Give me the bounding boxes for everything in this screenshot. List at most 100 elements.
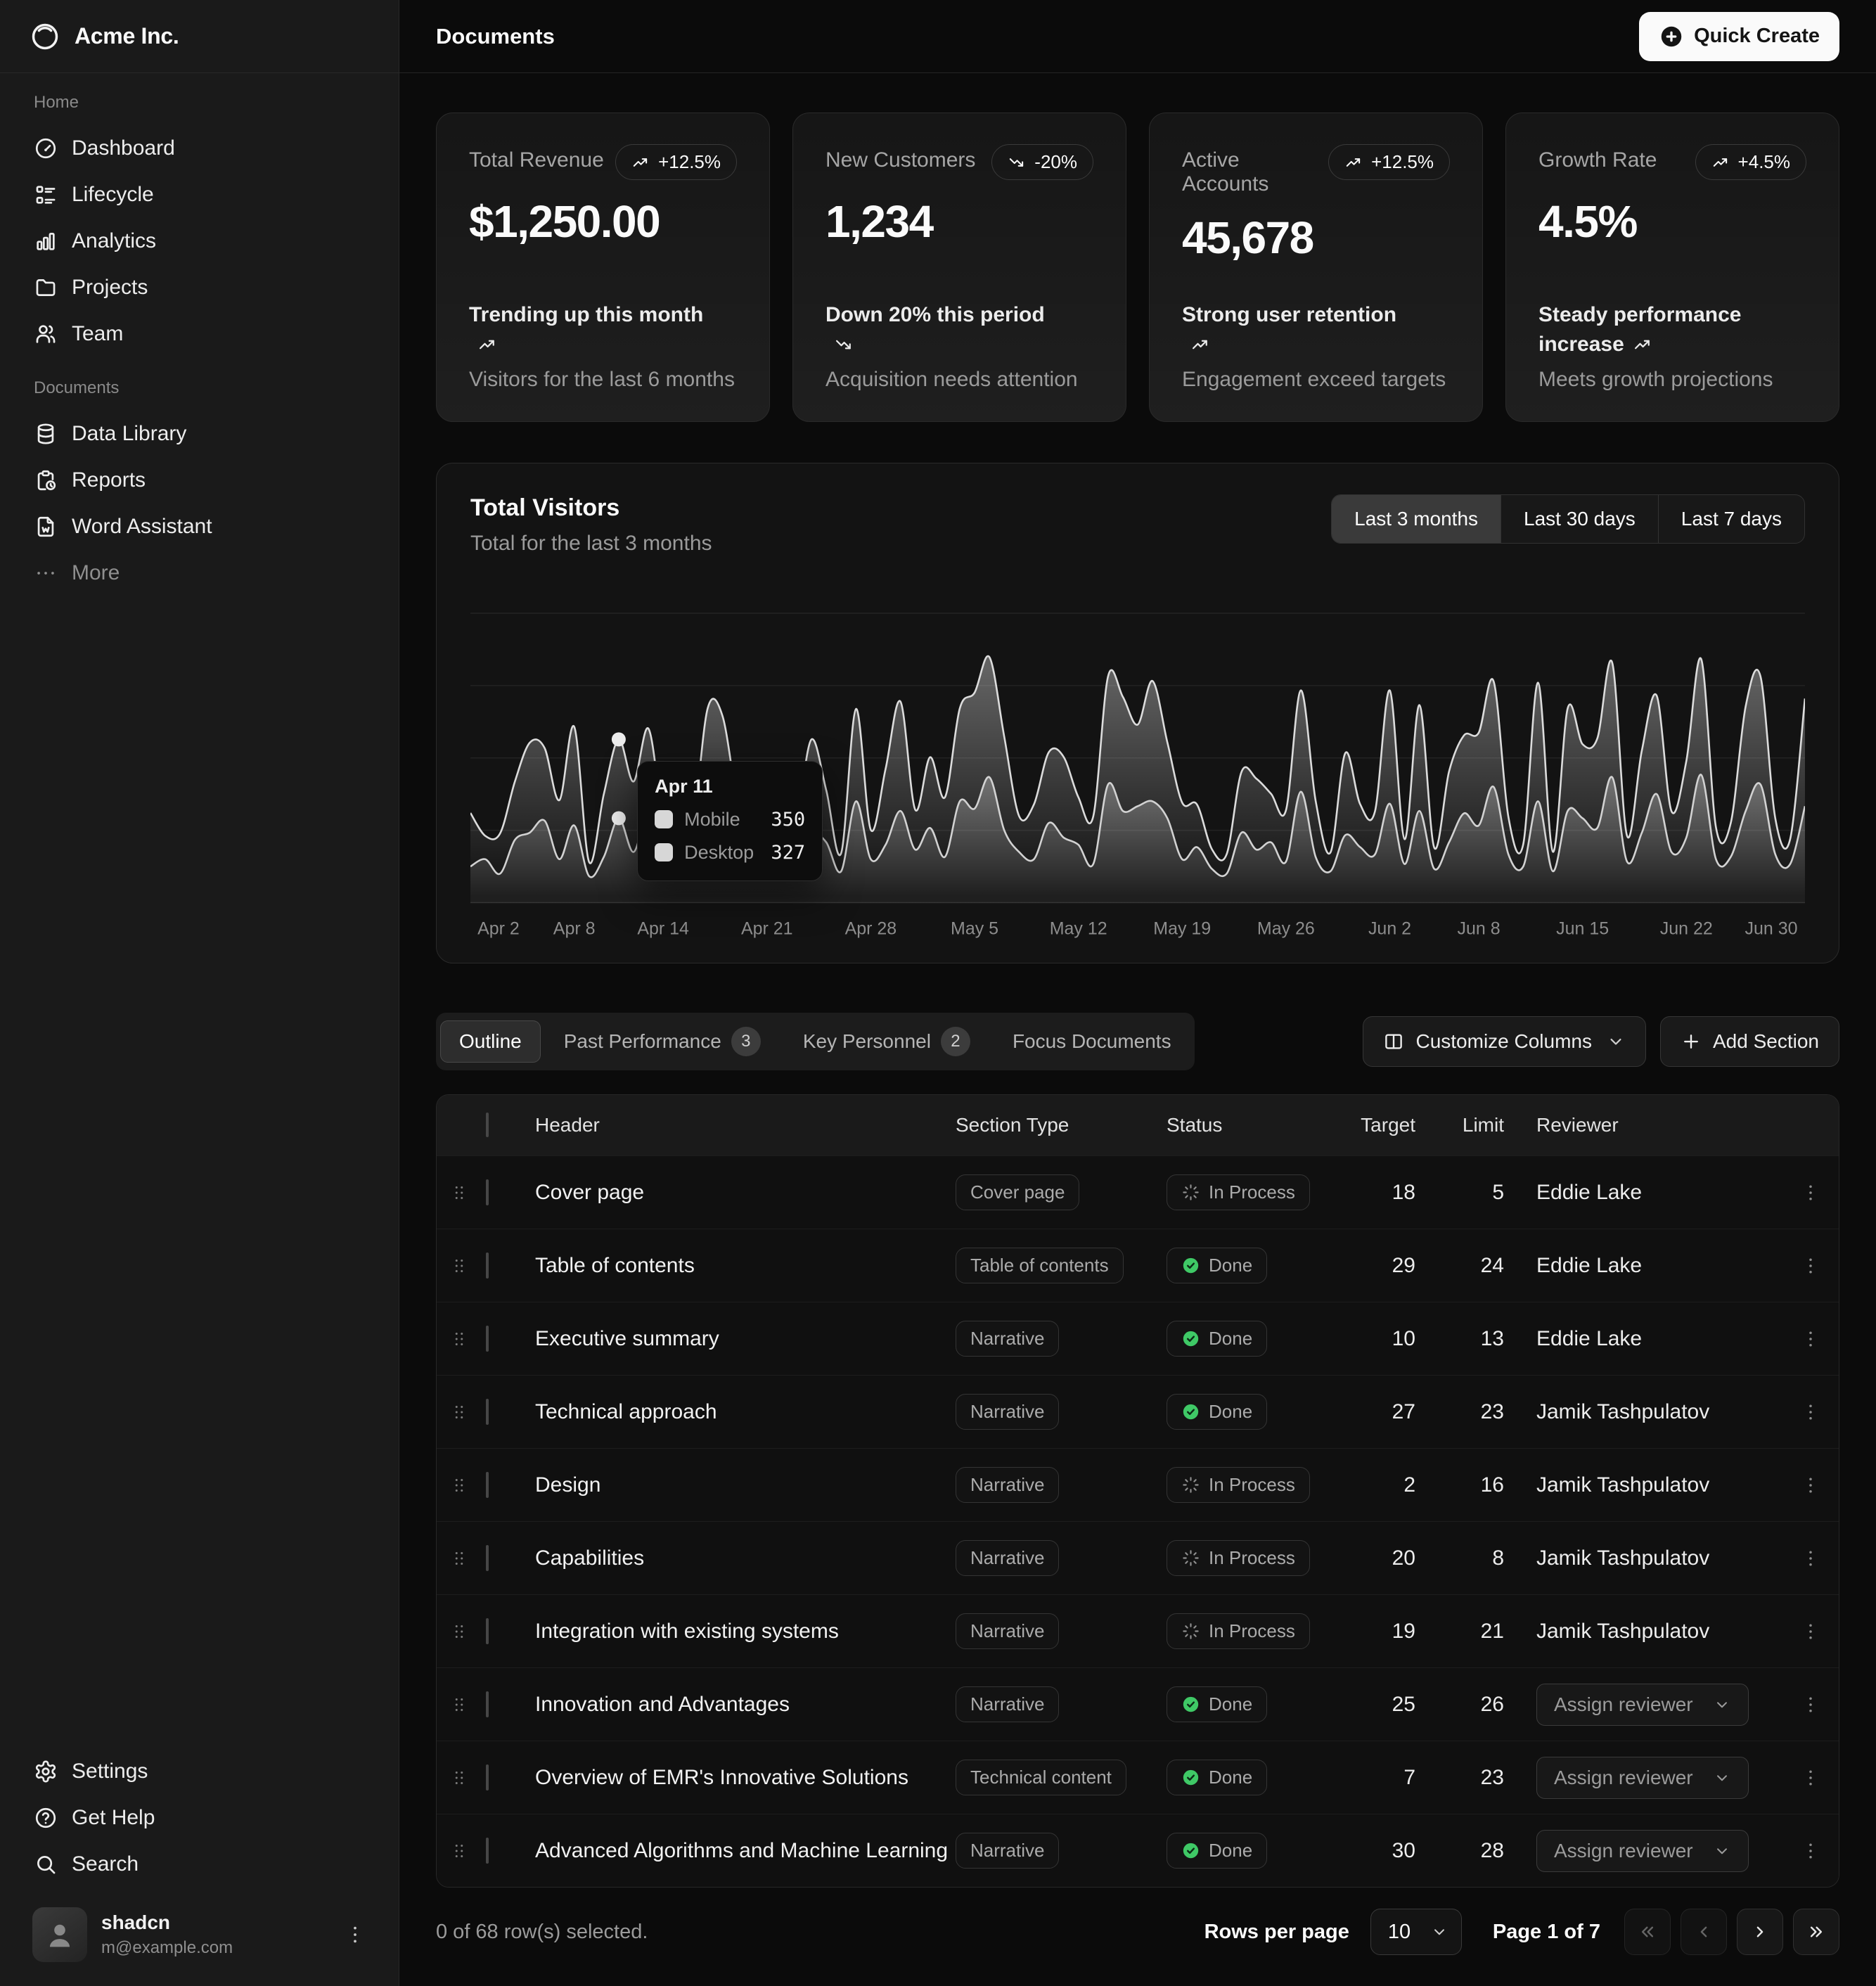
row-checkbox[interactable] [486,1838,489,1864]
row-limit[interactable]: 21 [1448,1620,1536,1644]
pagination-last[interactable] [1793,1909,1839,1955]
row-limit[interactable]: 16 [1448,1473,1536,1497]
row-actions-button[interactable] [1800,1475,1821,1496]
sidebar-item-projects[interactable]: Projects [21,264,378,311]
check-filled-icon [1181,1841,1200,1860]
row-checkbox[interactable] [486,1764,489,1790]
tab-key-personnel[interactable]: Key Personnel2 [784,1017,989,1066]
drag-handle[interactable] [449,1328,470,1350]
select-all-checkbox[interactable] [486,1113,489,1137]
column-header-limit: Limit [1448,1114,1536,1136]
row-target[interactable]: 27 [1359,1400,1448,1424]
quick-create-button[interactable]: Quick Create [1639,12,1839,61]
status-badge: Done [1167,1321,1267,1357]
row-actions-button[interactable] [1800,1621,1821,1642]
row-actions-button[interactable] [1800,1182,1821,1203]
assign-reviewer-select[interactable]: Assign reviewer [1536,1684,1749,1726]
drag-handle[interactable] [449,1255,470,1276]
drag-handle[interactable] [449,1548,470,1569]
row-header[interactable]: Integration with existing systems [535,1620,956,1644]
range-option-last-7-days[interactable]: Last 7 days [1658,495,1804,543]
row-header[interactable]: Innovation and Advantages [535,1693,956,1717]
row-header[interactable]: Technical approach [535,1400,956,1424]
row-target[interactable]: 25 [1359,1693,1448,1717]
row-actions-button[interactable] [1800,1840,1821,1862]
row-target[interactable]: 29 [1359,1254,1448,1278]
drag-handle[interactable] [449,1621,470,1642]
grip-icon [449,1767,470,1788]
sidebar-item-reports[interactable]: Reports [21,457,378,504]
assign-reviewer-select[interactable]: Assign reviewer [1536,1830,1749,1872]
row-limit[interactable]: 13 [1448,1327,1536,1351]
drag-handle[interactable] [449,1402,470,1423]
row-limit[interactable]: 28 [1448,1839,1536,1863]
row-checkbox[interactable] [486,1472,489,1498]
row-checkbox[interactable] [486,1545,489,1571]
row-header[interactable]: Executive summary [535,1327,956,1351]
row-target[interactable]: 18 [1359,1181,1448,1205]
sidebar-item-analytics[interactable]: Analytics [21,218,378,264]
drag-handle[interactable] [449,1475,470,1496]
sidebar-item-data-library[interactable]: Data Library [21,411,378,457]
drag-handle[interactable] [449,1840,470,1862]
row-limit[interactable]: 8 [1448,1546,1536,1570]
row-actions-button[interactable] [1800,1328,1821,1350]
sidebar-item-lifecycle[interactable]: Lifecycle [21,172,378,218]
sidebar-item-word-assistant[interactable]: Word Assistant [21,504,378,550]
row-header[interactable]: Design [535,1473,956,1497]
row-actions-button[interactable] [1800,1694,1821,1715]
row-limit[interactable]: 5 [1448,1181,1536,1205]
user-menu[interactable]: shadcn m@example.com [21,1897,378,1972]
visitors-chart[interactable]: Apr 2Apr 8Apr 14Apr 21Apr 28May 5May 12M… [470,579,1805,944]
sidebar-item-more[interactable]: More [21,550,378,596]
row-actions-button[interactable] [1800,1255,1821,1276]
row-checkbox[interactable] [486,1253,489,1279]
drag-handle[interactable] [449,1182,470,1203]
drag-handle[interactable] [449,1694,470,1715]
row-header[interactable]: Capabilities [535,1546,956,1570]
customize-columns-button[interactable]: Customize Columns [1363,1016,1646,1067]
row-target[interactable]: 7 [1359,1766,1448,1790]
row-limit[interactable]: 23 [1448,1766,1536,1790]
assign-reviewer-select[interactable]: Assign reviewer [1536,1757,1749,1799]
row-actions-button[interactable] [1800,1767,1821,1788]
row-target[interactable]: 2 [1359,1473,1448,1497]
row-checkbox[interactable] [486,1399,489,1425]
row-limit[interactable]: 23 [1448,1400,1536,1424]
row-target[interactable]: 10 [1359,1327,1448,1351]
add-section-button[interactable]: Add Section [1660,1016,1839,1067]
row-header[interactable]: Overview of EMR's Innovative Solutions [535,1766,956,1790]
drag-handle[interactable] [449,1767,470,1788]
row-checkbox[interactable] [486,1618,489,1644]
pagination-next[interactable] [1737,1909,1783,1955]
org-switcher[interactable]: Acme Inc. [0,0,399,73]
row-section-type: Cover page [956,1174,1167,1210]
row-target[interactable]: 30 [1359,1839,1448,1863]
row-checkbox[interactable] [486,1179,489,1205]
tab-focus-documents[interactable]: Focus Documents [994,1020,1190,1063]
row-header[interactable]: Cover page [535,1181,956,1205]
row-checkbox[interactable] [486,1326,489,1352]
sidebar-item-search[interactable]: Search [21,1841,378,1888]
row-target[interactable]: 19 [1359,1620,1448,1644]
row-limit[interactable]: 24 [1448,1254,1536,1278]
row-checkbox[interactable] [486,1691,489,1717]
row-actions-button[interactable] [1800,1402,1821,1423]
tab-past-performance[interactable]: Past Performance3 [545,1017,780,1066]
sidebar-item-dashboard[interactable]: Dashboard [21,125,378,172]
range-option-last-3-months[interactable]: Last 3 months [1332,495,1501,543]
row-actions-button[interactable] [1800,1548,1821,1569]
section-type-badge: Cover page [956,1174,1079,1210]
sidebar-item-settings[interactable]: Settings [21,1748,378,1795]
series-swatch [655,810,673,828]
rows-per-page-select[interactable]: 10 [1370,1909,1462,1955]
row-section-type: Narrative [956,1467,1167,1503]
row-header[interactable]: Table of contents [535,1254,956,1278]
row-target[interactable]: 20 [1359,1546,1448,1570]
sidebar-item-get-help[interactable]: Get Help [21,1795,378,1841]
tab-outline[interactable]: Outline [440,1020,541,1063]
row-limit[interactable]: 26 [1448,1693,1536,1717]
row-header[interactable]: Advanced Algorithms and Machine Learning [535,1839,956,1863]
sidebar-item-team[interactable]: Team [21,311,378,357]
range-option-last-30-days[interactable]: Last 30 days [1501,495,1658,543]
